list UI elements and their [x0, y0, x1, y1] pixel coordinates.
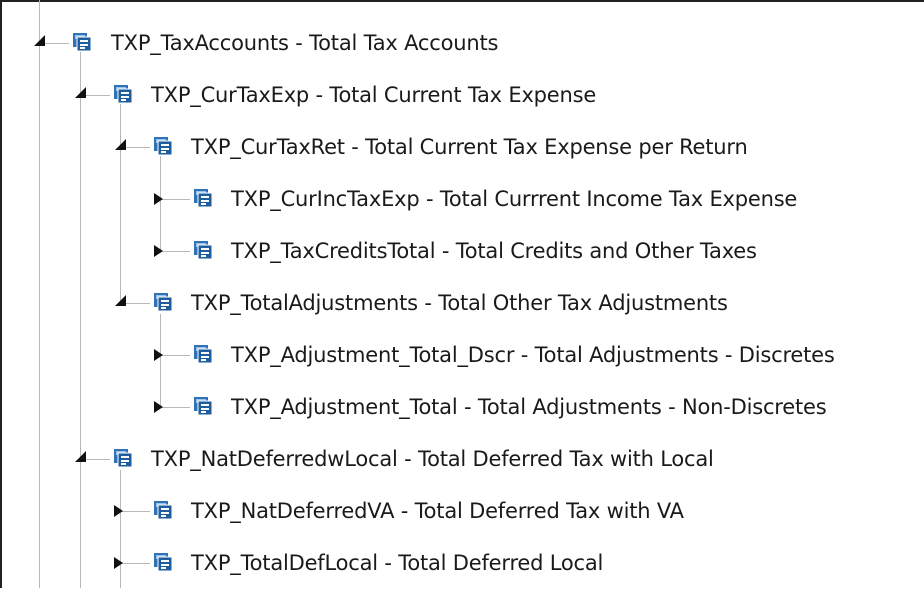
tree-node[interactable]: TXP_NatDeferredwLocal - Total Deferred T…: [0, 433, 924, 485]
node-label[interactable]: TXP_CurTaxExp - Total Current Tax Expens…: [151, 83, 596, 107]
node-label[interactable]: TXP_TaxCreditsTotal - Total Credits and …: [231, 239, 757, 263]
tree-node[interactable]: TXP_TotalAdjustments - Total Other Tax A…: [0, 277, 924, 329]
hierarchy-member-icon: [153, 500, 173, 520]
tree-connector: [160, 199, 190, 200]
tree-connector: [160, 251, 190, 252]
hierarchy-tree: TXP_TaxAccounts - Total Tax Accounts TXP…: [0, 0, 924, 588]
tree-node[interactable]: TXP_Adjustment_Total_Dscr - Total Adjust…: [0, 329, 924, 381]
node-label[interactable]: TXP_Adjustment_Total_Dscr - Total Adjust…: [231, 343, 835, 367]
tree-node[interactable]: TXP_TotalDefLocal - Total Deferred Local: [0, 537, 924, 589]
tree-connector: [120, 511, 150, 512]
tree-node[interactable]: TXP_CurTaxExp - Total Current Tax Expens…: [0, 69, 924, 121]
node-label[interactable]: TXP_TotalDefLocal - Total Deferred Local: [191, 551, 603, 575]
hierarchy-member-icon: [72, 32, 92, 52]
tree-node[interactable]: TXP_NatDeferredVA - Total Deferred Tax w…: [0, 485, 924, 537]
hierarchy-member-icon: [193, 344, 213, 364]
hierarchy-member-icon: [153, 552, 173, 572]
node-label[interactable]: TXP_NatDeferredVA - Total Deferred Tax w…: [191, 499, 684, 523]
hierarchy-member-icon: [113, 84, 133, 104]
hierarchy-member-icon: [153, 136, 173, 156]
tree-node[interactable]: TXP_TaxAccounts - Total Tax Accounts: [0, 17, 924, 69]
node-label[interactable]: TXP_CurTaxRet - Total Current Tax Expens…: [191, 135, 748, 159]
tree-node[interactable]: TXP_CurIncTaxExp - Total Currrent Income…: [0, 173, 924, 225]
expand-toggle-icon[interactable]: [75, 87, 86, 98]
expand-toggle-icon[interactable]: [34, 35, 45, 46]
tree-node[interactable]: TXP_Adjustment_Total - Total Adjustments…: [0, 381, 924, 433]
collapse-toggle-icon[interactable]: [114, 557, 123, 569]
hierarchy-member-icon: [153, 292, 173, 312]
tree-node[interactable]: TXP_CurTaxRet - Total Current Tax Expens…: [0, 121, 924, 173]
hierarchy-member-icon: [193, 240, 213, 260]
node-label[interactable]: TXP_TotalAdjustments - Total Other Tax A…: [191, 291, 728, 315]
hierarchy-member-icon: [113, 448, 133, 468]
collapse-toggle-icon[interactable]: [114, 505, 123, 517]
collapse-toggle-icon[interactable]: [154, 193, 163, 205]
tree-connector: [160, 407, 190, 408]
tree-node[interactable]: TXP_TaxCreditsTotal - Total Credits and …: [0, 225, 924, 277]
collapse-toggle-icon[interactable]: [154, 401, 163, 413]
tree-connector: [160, 355, 190, 356]
expand-toggle-icon[interactable]: [115, 139, 126, 150]
expand-toggle-icon[interactable]: [115, 295, 126, 306]
node-label[interactable]: TXP_TaxAccounts - Total Tax Accounts: [111, 31, 498, 55]
collapse-toggle-icon[interactable]: [154, 349, 163, 361]
node-label[interactable]: TXP_NatDeferredwLocal - Total Deferred T…: [151, 447, 714, 471]
collapse-toggle-icon[interactable]: [154, 245, 163, 257]
hierarchy-member-icon: [193, 188, 213, 208]
tree-connector: [120, 563, 150, 564]
expand-toggle-icon[interactable]: [75, 451, 86, 462]
node-label[interactable]: TXP_CurIncTaxExp - Total Currrent Income…: [231, 187, 797, 211]
hierarchy-member-icon: [193, 396, 213, 416]
node-label[interactable]: TXP_Adjustment_Total - Total Adjustments…: [231, 395, 827, 419]
